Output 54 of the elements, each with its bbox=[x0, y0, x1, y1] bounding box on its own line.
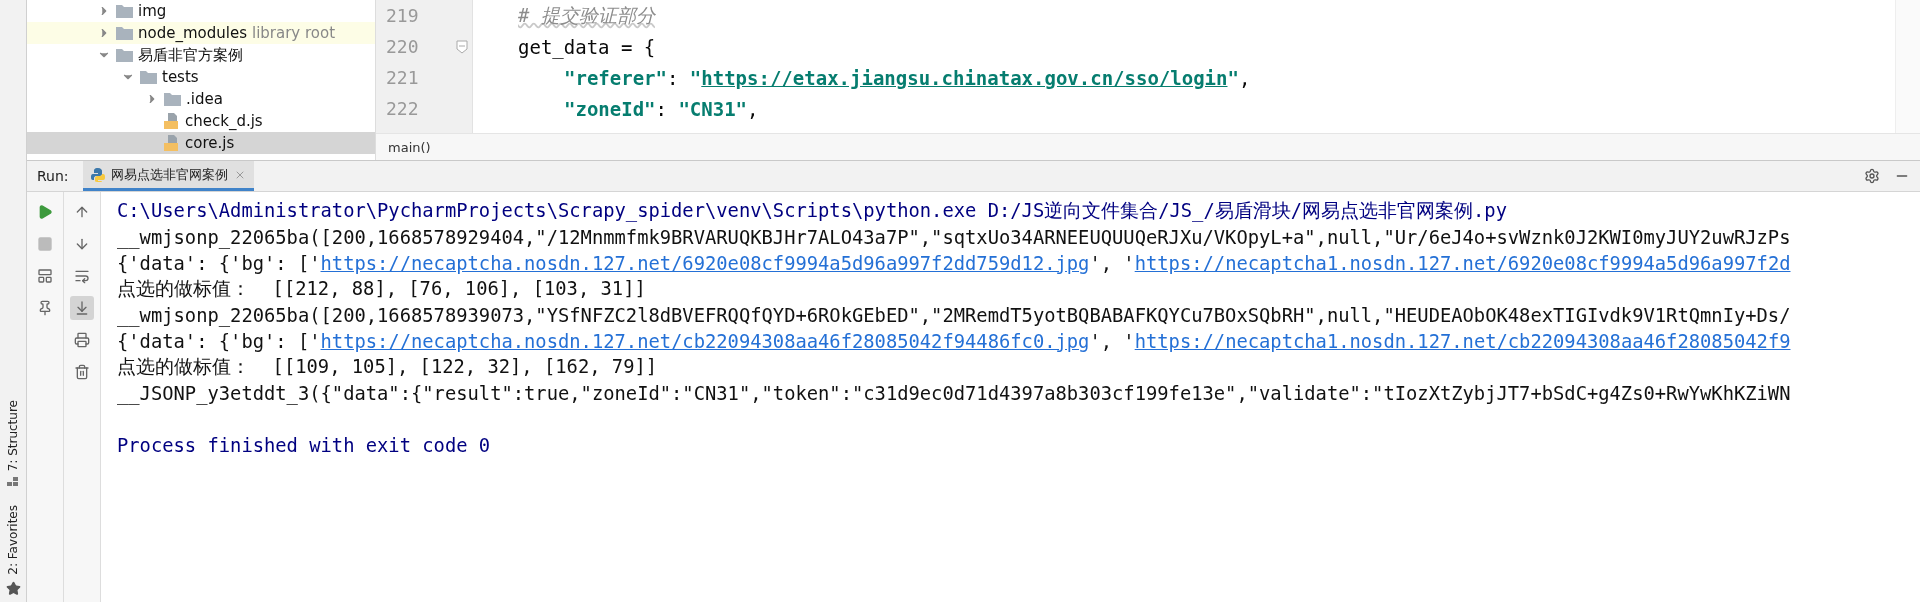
tree-item-note: library root bbox=[251, 24, 336, 42]
layout-icon[interactable] bbox=[37, 268, 53, 284]
console-line: {'data': {'bg': ['https://necaptcha.nosdn.127.net/cb22094308aa46f28085042f94486fc0.jpg', 'https://necaptcha1.nosdn.127.net/cb22094308aa46f28085042f9 bbox=[117, 329, 1792, 354]
console-line: __JSONP_y3etddt_3({"data":{"result":true,"zoneId":"CN31","token":"c31d9ec0d71d4397a8b303cf199fe13e","validate":"tIozXtZybjJT7+bSdC+g4Zs0+RwYwKhKZiWN bbox=[117, 381, 1792, 406]
tree-item-label[interactable]: node_modules bbox=[138, 24, 247, 42]
console-line: Process finished with exit code 0 bbox=[117, 433, 492, 458]
tree-item-label[interactable]: core.js bbox=[185, 134, 235, 152]
tree-item-label[interactable]: tests bbox=[162, 68, 199, 86]
star-icon bbox=[5, 581, 21, 596]
run-label: Run: bbox=[37, 168, 69, 184]
fold-marker-icon[interactable] bbox=[456, 39, 468, 54]
run-tab[interactable]: 网易点选非官网案例 bbox=[82, 161, 254, 191]
line-number: 219 bbox=[386, 5, 419, 26]
trash-icon bbox=[74, 364, 90, 380]
folder-icon bbox=[116, 26, 133, 40]
pin-icon[interactable] bbox=[37, 300, 53, 316]
run-icon[interactable] bbox=[37, 204, 53, 220]
sidebar-tab[interactable]: 2: Favorites bbox=[6, 505, 20, 575]
console-tool-button[interactable] bbox=[70, 296, 94, 320]
structure-icon bbox=[7, 477, 19, 488]
console-line: 点选的做标值： [[212, 88], [76, 106], [103, 31]] bbox=[117, 277, 647, 301]
tree-item-label[interactable]: 易盾非官方案例 bbox=[138, 45, 243, 65]
sidebar-tab[interactable]: 7: Structure bbox=[6, 399, 20, 472]
line-number: 221 bbox=[386, 67, 419, 88]
console-link[interactable]: https://necaptcha.nosdn.127.net/6920e08cf9994a5d96a997f2dd759d12.jpg bbox=[320, 252, 1090, 274]
console-link[interactable]: https://necaptcha1.nosdn.127.net/6920e08cf9994a5d96a997f2d bbox=[1134, 252, 1791, 274]
folder-icon bbox=[140, 70, 157, 84]
print-icon bbox=[74, 332, 90, 348]
code-line: get_data = { bbox=[518, 34, 657, 61]
console-line: {'data': {'bg': ['https://necaptcha.nosdn.127.net/6920e08cf9994a5d96a997f2dd759d12.jpg', 'https://necaptcha1.nosdn.127.net/6920e08cf9994a5d96a997f2d bbox=[117, 251, 1792, 276]
python-icon bbox=[90, 167, 105, 182]
tree-item-label[interactable]: .idea bbox=[186, 90, 223, 108]
code-line: "referer": "https://etax.jiangsu.chinatax.gov.cn/sso/login", bbox=[563, 65, 1252, 91]
line-number: 220 bbox=[386, 36, 419, 57]
console-link[interactable]: https://necaptcha1.nosdn.127.net/cb22094308aa46f28085042f9 bbox=[1134, 330, 1791, 352]
js-file-icon bbox=[164, 113, 180, 129]
console-link[interactable]: https://necaptcha.nosdn.127.net/cb22094308aa46f28085042f94486fc0.jpg bbox=[320, 330, 1090, 352]
console-line: __wmjsonp_22065ba([200,1668578939073,"YSfNFZC2l8dBVEFRQQfQYD+6ROkGEbED","2MRemdT5yotBQBABAFKQYCu7BOxSQbRH",null,"HEUDEAObOK48exTIGIvdk9V1RtQmnIy+Ds/ bbox=[117, 303, 1792, 328]
console-line: C:\Users\Administrator\PycharmProjects\Scrapy_spider\venv\Scripts\python.exe D:/JS逆向文件集合/JS_/易盾滑块/网易点选非官网案例.py bbox=[117, 199, 1508, 224]
tree-item-label[interactable]: img bbox=[138, 2, 167, 20]
code-line: "zoneId": "CN31", bbox=[563, 96, 760, 122]
scroll-to-end-icon bbox=[74, 300, 90, 316]
folder-icon bbox=[164, 92, 181, 106]
breadcrumb[interactable]: main() bbox=[388, 139, 431, 155]
folder-icon bbox=[116, 4, 133, 18]
js-file-icon bbox=[164, 135, 180, 151]
settings-icon[interactable] bbox=[1864, 168, 1880, 184]
code-line: # 提交验证部分 bbox=[518, 2, 657, 28]
tree-item-label[interactable]: check_d.js bbox=[185, 112, 263, 130]
soft-wrap-icon bbox=[74, 268, 90, 284]
console-line: 点选的做标值： [[109, 105], [122, 32], [162, 79]] bbox=[117, 355, 659, 379]
line-number: 222 bbox=[386, 98, 419, 119]
folder-icon bbox=[116, 48, 133, 62]
console-line: __wmjsonp_22065ba([200,1668578929404,"/12Mnmmfmk9BRVARUQKBJHr7ALO43a7P","sqtxUo34ARNEEUQUUQeRJXu/VKOpyL+a",null,"Ur/6eJ4o+svWznk0J2KWI0myJUY2uwRJzPs bbox=[117, 225, 1792, 250]
